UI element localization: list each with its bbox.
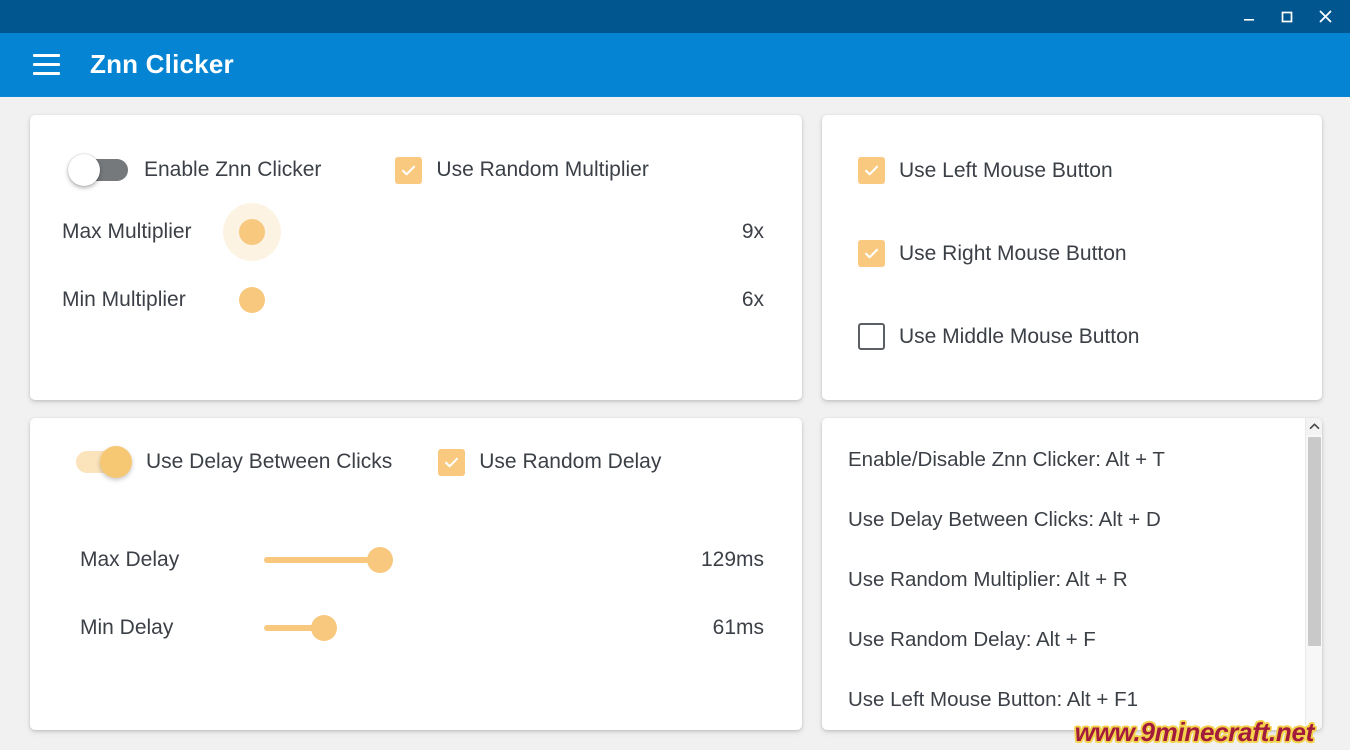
main-content: Enable Znn Clicker Use Random Multiplier… — [0, 97, 1350, 750]
list-item: Use Random Delay: Alt + F — [848, 628, 1305, 652]
scrollbar-thumb[interactable] — [1308, 437, 1321, 646]
clicker-top-row: Enable Znn Clicker Use Random Multiplier — [30, 115, 802, 186]
delay-toggle-row[interactable]: Use Delay Between Clicks — [74, 446, 392, 478]
right-mouse-checkbox-row[interactable]: Use Right Mouse Button — [858, 240, 1322, 267]
list-item: Use Left Mouse Button: Alt + F1 — [848, 688, 1305, 712]
enable-clicker-label: Enable Znn Clicker — [144, 158, 321, 182]
random-multiplier-checkbox-row[interactable]: Use Random Multiplier — [395, 157, 648, 184]
middle-mouse-checkbox-row[interactable]: Use Middle Mouse Button — [858, 323, 1322, 350]
multiplier-sliders: Max Multiplier 9x Min Multiplier 6x — [30, 186, 802, 320]
hamburger-menu-icon[interactable] — [26, 45, 66, 85]
list-item: Use Delay Between Clicks: Alt + D — [848, 508, 1305, 532]
scroll-up-button[interactable] — [1306, 418, 1323, 435]
enable-clicker-toggle-row[interactable]: Enable Znn Clicker — [68, 154, 321, 186]
min-delay-slider[interactable] — [264, 608, 664, 648]
random-delay-checkbox[interactable] — [438, 449, 465, 476]
max-delay-slider[interactable] — [264, 540, 664, 580]
left-mouse-label: Use Left Mouse Button — [899, 159, 1113, 183]
app-title: Znn Clicker — [90, 49, 234, 80]
max-multiplier-row: Max Multiplier 9x — [62, 212, 764, 252]
random-delay-label: Use Random Delay — [479, 450, 661, 474]
use-delay-toggle[interactable] — [74, 446, 136, 478]
slider-knob[interactable] — [367, 547, 393, 573]
minimize-button[interactable] — [1230, 0, 1268, 33]
check-icon — [442, 453, 461, 472]
slider-knob[interactable] — [239, 219, 265, 245]
close-button[interactable] — [1306, 0, 1344, 33]
toggle-knob — [100, 446, 132, 478]
app-bar: Znn Clicker — [0, 33, 1350, 97]
max-delay-value: 129ms — [701, 548, 764, 572]
clicker-settings-card: Enable Znn Clicker Use Random Multiplier… — [30, 115, 802, 400]
min-multiplier-slider[interactable] — [244, 280, 644, 320]
check-icon — [399, 161, 418, 180]
left-mouse-checkbox[interactable] — [858, 157, 885, 184]
min-delay-value: 61ms — [713, 616, 764, 640]
min-multiplier-label: Min Multiplier — [62, 288, 244, 312]
maximize-icon — [1280, 10, 1294, 24]
min-multiplier-value: 6x — [742, 288, 764, 312]
list-item: Use Random Multiplier: Alt + R — [848, 568, 1305, 592]
right-mouse-checkbox[interactable] — [858, 240, 885, 267]
random-multiplier-label: Use Random Multiplier — [436, 158, 648, 182]
list-item: Enable/Disable Znn Clicker: Alt + T — [848, 448, 1305, 472]
watermark: www.9minecraft.net — [1075, 717, 1314, 748]
window-titlebar — [0, 0, 1350, 33]
max-delay-label: Max Delay — [80, 548, 264, 572]
delay-sliders: Max Delay 129ms Min Delay 61ms — [30, 478, 802, 648]
right-mouse-label: Use Right Mouse Button — [899, 242, 1127, 266]
hamburger-line — [33, 72, 60, 75]
check-icon — [862, 244, 881, 263]
hamburger-line — [33, 63, 60, 66]
use-delay-label: Use Delay Between Clicks — [146, 450, 392, 474]
hotkeys-card: Enable/Disable Znn Clicker: Alt + T Use … — [822, 418, 1322, 730]
mouse-buttons-card: Use Left Mouse Button Use Right Mouse Bu… — [822, 115, 1322, 400]
minimize-icon — [1242, 10, 1256, 24]
enable-clicker-toggle[interactable] — [68, 154, 130, 186]
hotkeys-scrollbar[interactable] — [1305, 418, 1322, 730]
close-icon — [1318, 9, 1333, 24]
delay-top-row: Use Delay Between Clicks Use Random Dela… — [30, 418, 802, 478]
min-multiplier-row: Min Multiplier 6x — [62, 280, 764, 320]
delay-settings-card: Use Delay Between Clicks Use Random Dela… — [30, 418, 802, 730]
min-delay-row: Min Delay 61ms — [80, 608, 764, 648]
max-delay-row: Max Delay 129ms — [80, 540, 764, 580]
max-multiplier-label: Max Multiplier — [62, 220, 244, 244]
left-mouse-checkbox-row[interactable]: Use Left Mouse Button — [858, 157, 1322, 184]
slider-knob[interactable] — [311, 615, 337, 641]
random-delay-checkbox-row[interactable]: Use Random Delay — [438, 449, 661, 476]
slider-knob[interactable] — [239, 287, 265, 313]
hamburger-line — [33, 54, 60, 57]
chevron-up-icon — [1309, 418, 1320, 436]
max-multiplier-value: 9x — [742, 220, 764, 244]
slider-fill — [264, 557, 380, 563]
check-icon — [862, 161, 881, 180]
random-multiplier-checkbox[interactable] — [395, 157, 422, 184]
hotkeys-list: Enable/Disable Znn Clicker: Alt + T Use … — [822, 418, 1305, 730]
toggle-knob — [68, 154, 100, 186]
middle-mouse-label: Use Middle Mouse Button — [899, 325, 1139, 349]
max-multiplier-slider[interactable] — [244, 212, 644, 252]
maximize-button[interactable] — [1268, 0, 1306, 33]
min-delay-label: Min Delay — [80, 616, 264, 640]
middle-mouse-checkbox[interactable] — [858, 323, 885, 350]
